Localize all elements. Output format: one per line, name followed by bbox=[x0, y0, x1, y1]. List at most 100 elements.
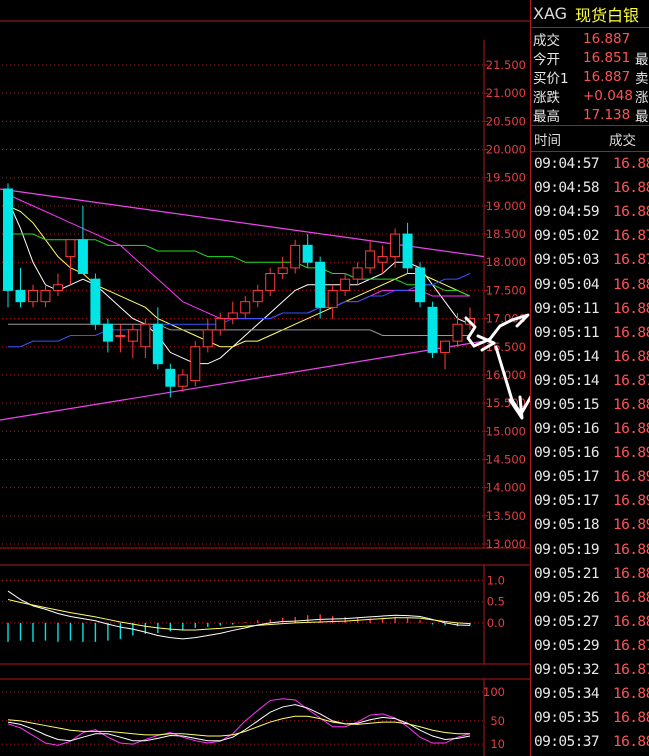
y-tick-label: 18.000 bbox=[486, 255, 526, 269]
quote-value: 16.851 bbox=[583, 49, 631, 66]
quote-value: 16.887 bbox=[583, 68, 631, 85]
candle-body bbox=[265, 273, 276, 291]
y-tick-label: 13.000 bbox=[486, 537, 526, 551]
trade-row: 09:05:29 16.879 bbox=[531, 634, 649, 658]
trade-price: 16.874 bbox=[613, 662, 649, 679]
trade-price: 16.880 bbox=[613, 276, 649, 293]
quote-extra-label: 最 bbox=[635, 51, 649, 68]
candle-body bbox=[352, 267, 363, 280]
candle-body bbox=[252, 289, 263, 303]
y-tick-label: 50 bbox=[490, 714, 505, 728]
candle-body bbox=[165, 368, 176, 387]
symbol-header[interactable]: XAG 现货白银 bbox=[531, 0, 649, 28]
candle-body bbox=[315, 261, 326, 308]
trade-row: 09:05:27 16.887 bbox=[531, 610, 649, 634]
y-tick-label: 1.0 bbox=[487, 573, 505, 587]
y-tick-label: 18.500 bbox=[486, 227, 526, 241]
trade-price: 16.874 bbox=[613, 252, 649, 269]
candle-body bbox=[140, 323, 151, 348]
candle-body bbox=[452, 323, 463, 342]
trade-price: 16.887 bbox=[613, 589, 649, 606]
candle-body bbox=[202, 329, 213, 348]
candle-body bbox=[77, 239, 88, 275]
trade-time: 09:05:29 bbox=[534, 637, 600, 654]
candle-body bbox=[227, 312, 238, 320]
trade-price: 16.887 bbox=[613, 613, 649, 630]
trade-row: 09:05:34 16.884 bbox=[531, 682, 649, 706]
quote-value: +0.048 bbox=[583, 87, 633, 104]
trade-row: 09:05:21 16.889 bbox=[531, 562, 649, 586]
trade-row: 09:05:03 16.874 bbox=[531, 248, 649, 272]
quote-label: 最高 bbox=[533, 108, 560, 125]
candle-body bbox=[90, 278, 101, 325]
trade-price: 16.884 bbox=[613, 300, 649, 317]
candle-body bbox=[215, 318, 226, 331]
y-tick-label: 15.000 bbox=[486, 424, 526, 438]
trade-time: 09:05:37 bbox=[534, 734, 600, 751]
trade-row: 09:05:11 16.885 bbox=[531, 321, 649, 345]
y-tick-label: 13.500 bbox=[486, 509, 526, 523]
y-tick-label: 19.500 bbox=[486, 171, 526, 185]
quote-row-change: 涨跌 +0.048 涨 bbox=[531, 86, 649, 106]
moving-average-line bbox=[8, 233, 471, 297]
trade-time: 09:05:17 bbox=[534, 469, 600, 486]
quote-side-panel: XAG 现货白银 成交 16.887 今开 16.851 最 买价1 16.88… bbox=[530, 0, 649, 756]
y-tick-label: 20.000 bbox=[486, 143, 526, 157]
trade-price: 16.889 bbox=[613, 421, 649, 438]
candle-body bbox=[365, 250, 376, 269]
candle-body bbox=[52, 284, 63, 291]
trade-row: 09:04:58 16.882 bbox=[531, 176, 649, 200]
candle-body bbox=[102, 323, 113, 342]
quote-value: 17.138 bbox=[583, 106, 631, 123]
trade-price: 16.889 bbox=[613, 710, 649, 727]
trades-price-header: 成交 bbox=[609, 132, 636, 149]
trade-price: 16.884 bbox=[613, 686, 649, 703]
symbol-code: XAG bbox=[533, 4, 568, 23]
trade-row: 09:05:04 16.880 bbox=[531, 272, 649, 296]
quote-label: 成交 bbox=[533, 32, 560, 49]
candle-body bbox=[327, 289, 338, 308]
symbol-name: 现货白银 bbox=[575, 5, 640, 25]
trade-time: 09:05:14 bbox=[534, 372, 600, 389]
candle-body bbox=[40, 289, 51, 303]
y-tick-label: 10 bbox=[490, 737, 505, 751]
candle-body bbox=[277, 267, 288, 275]
trade-row: 09:05:16 16.889 bbox=[531, 417, 649, 441]
candle-body bbox=[402, 233, 413, 269]
trade-row: 09:05:35 16.889 bbox=[531, 706, 649, 730]
kline-chart-area[interactable]: 21.500 21.000 20.500 20.000 19.500 19.000 18.5… bbox=[0, 0, 530, 756]
candle-body bbox=[290, 244, 301, 269]
trade-row: 09:05:14 16.876 bbox=[531, 369, 649, 393]
candle-body bbox=[27, 289, 38, 303]
trade-price: 16.879 bbox=[613, 637, 649, 654]
trade-price: 16.882 bbox=[613, 180, 649, 197]
trade-time: 09:04:59 bbox=[534, 204, 600, 221]
trade-price: 16.891 bbox=[613, 445, 649, 462]
y-tick-label: 14.000 bbox=[486, 481, 526, 495]
chart-svg[interactable]: 21.500 21.000 20.500 20.000 19.500 19.000 18.5… bbox=[0, 0, 530, 756]
trade-time: 09:05:21 bbox=[534, 565, 600, 582]
moving-average-line bbox=[7, 194, 470, 320]
trade-price: 16.883 bbox=[613, 396, 649, 413]
trade-price: 16.885 bbox=[613, 324, 649, 341]
moving-average-line bbox=[8, 323, 470, 336]
moving-average-line bbox=[7, 205, 471, 348]
trade-time: 09:05:17 bbox=[534, 493, 600, 510]
quote-label: 今开 bbox=[533, 51, 560, 68]
y-tick-label: 0.5 bbox=[487, 595, 505, 609]
candle-body bbox=[440, 340, 451, 353]
candle-body bbox=[240, 301, 251, 314]
trade-row: 09:05:17 16.890 bbox=[531, 465, 649, 489]
quote-row-bid: 买价1 16.887 卖 bbox=[531, 67, 649, 87]
trade-price: 16.887 bbox=[613, 734, 649, 751]
candle-body bbox=[302, 244, 313, 263]
candle-body bbox=[427, 306, 438, 353]
candle-body bbox=[340, 278, 351, 291]
trade-price: 16.883 bbox=[613, 204, 649, 221]
trades-list[interactable]: 09:04:57 16.883 09:04:58 16.882 09:04:59 16.8… bbox=[531, 152, 649, 754]
trade-row: 09:05:32 16.874 bbox=[531, 658, 649, 682]
quote-extra-label: 涨 bbox=[635, 89, 649, 106]
trade-price: 16.890 bbox=[613, 517, 649, 534]
candle-body bbox=[115, 334, 126, 337]
trade-time: 09:05:15 bbox=[534, 396, 600, 413]
